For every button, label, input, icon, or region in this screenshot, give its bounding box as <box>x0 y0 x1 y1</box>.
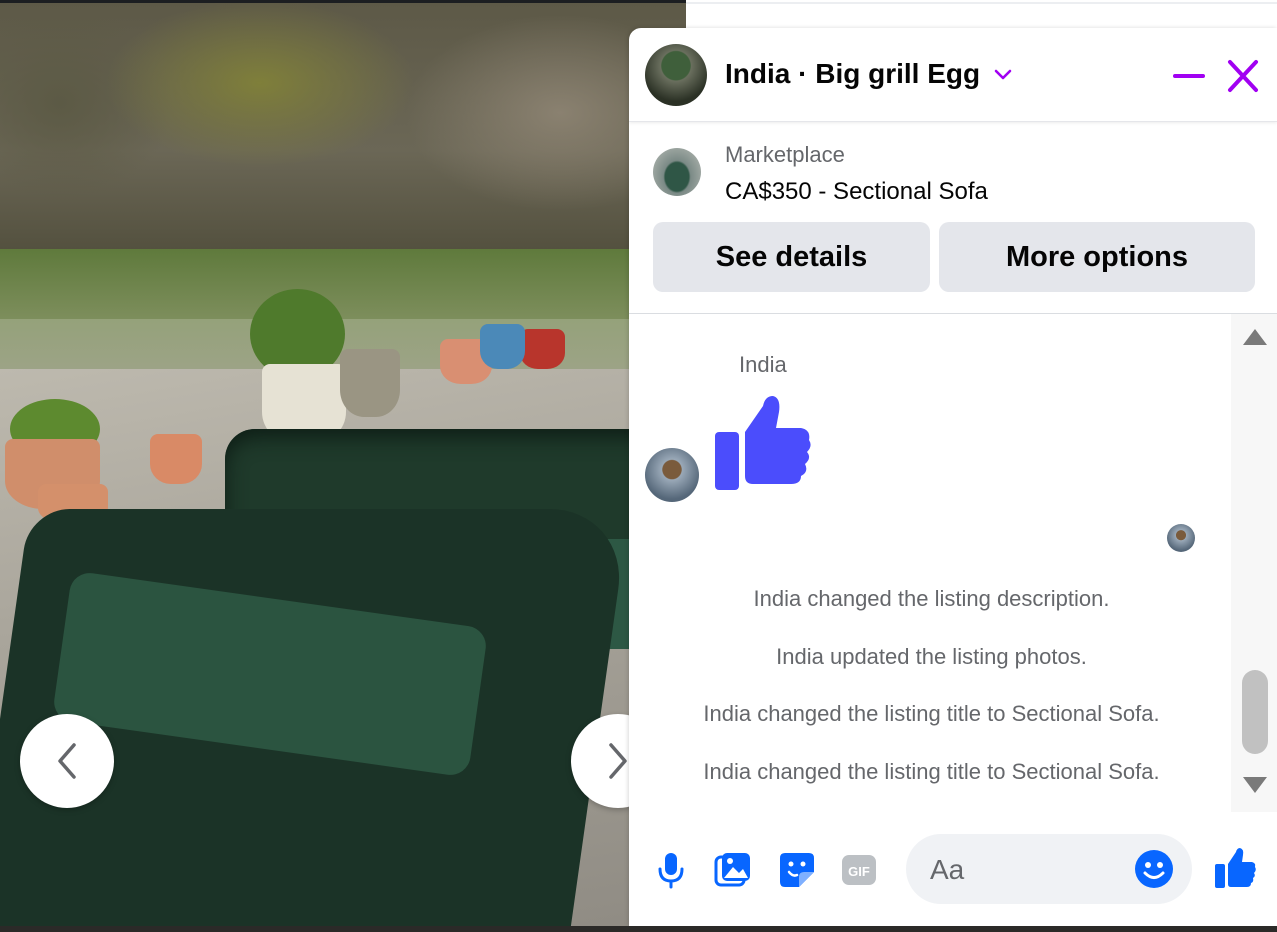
marketplace-listing-card: Marketplace CA$350 - Sectional Sofa See … <box>629 122 1277 314</box>
scrollbar-thumb[interactable] <box>1242 670 1268 754</box>
chevron-left-icon <box>58 743 76 779</box>
listing-source: Marketplace <box>725 142 845 167</box>
message-input[interactable] <box>928 834 1132 906</box>
photo-garden-backdrop <box>0 249 686 319</box>
photo-pot <box>480 324 525 369</box>
message-scrollbar[interactable] <box>1231 314 1277 812</box>
message-input-container <box>906 834 1192 906</box>
gif-icon[interactable]: GIF <box>839 850 879 890</box>
see-details-button[interactable]: See details <box>653 222 930 292</box>
contact-avatar[interactable] <box>645 44 707 106</box>
photo-pot <box>520 329 565 369</box>
background-page-strip <box>686 0 1277 28</box>
chat-header: India · Big grill Egg <box>629 28 1277 122</box>
scroll-down-arrow-icon[interactable] <box>1241 774 1269 796</box>
microphone-icon[interactable] <box>651 850 691 890</box>
chat-title[interactable]: India · Big grill Egg <box>725 58 980 90</box>
chevron-down-icon[interactable] <box>993 68 1013 82</box>
previous-photo-button[interactable] <box>20 714 114 808</box>
seen-receipt-avatar <box>1167 524 1195 552</box>
thumbs-up-icon <box>715 396 811 490</box>
chat-window: India · Big grill Egg Marketplace CA$350… <box>629 28 1277 926</box>
svg-text:GIF: GIF <box>848 864 870 879</box>
photo-viewer <box>0 0 686 926</box>
system-message: India updated the listing photos. <box>776 644 1087 669</box>
system-message: India changed the listing title to Secti… <box>703 701 1160 726</box>
sticker-icon[interactable] <box>777 850 817 890</box>
listing-title: CA$350 - Sectional Sofa <box>725 178 988 205</box>
emoji-icon[interactable] <box>1134 849 1174 889</box>
window-bottom-edge <box>0 926 1277 932</box>
photo-icon[interactable] <box>713 850 753 890</box>
system-message: India changed the listing title to Secti… <box>703 759 1160 784</box>
listing-thumbnail[interactable] <box>653 148 701 196</box>
more-options-button[interactable]: More options <box>939 222 1255 292</box>
message-composer: GIF <box>629 826 1277 926</box>
photo-pot <box>340 349 400 417</box>
minimize-icon[interactable] <box>1169 58 1209 94</box>
sender-name: India <box>739 352 787 377</box>
photo-pot <box>150 434 202 484</box>
listing-photo <box>0 249 686 926</box>
message-thread: India India changed the listing descript… <box>629 314 1277 826</box>
sender-avatar[interactable] <box>645 448 699 502</box>
close-icon[interactable] <box>1223 58 1263 94</box>
system-message: India changed the listing description. <box>753 586 1110 611</box>
scroll-up-arrow-icon[interactable] <box>1241 326 1269 348</box>
blurred-background <box>0 3 686 249</box>
like-icon[interactable] <box>1213 846 1257 890</box>
